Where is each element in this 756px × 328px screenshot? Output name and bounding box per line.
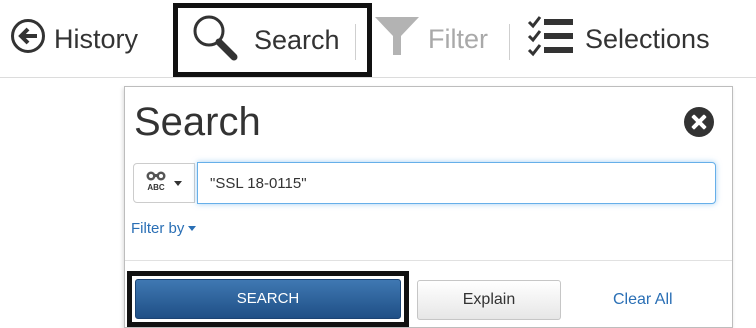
- magnifier-icon: [190, 13, 240, 68]
- binoculars-abc-icon: ABC: [144, 170, 168, 197]
- svg-text:ABC: ABC: [147, 183, 165, 192]
- funnel-icon: [374, 14, 420, 65]
- selections-label: Selections: [585, 23, 710, 54]
- checklist-icon: [527, 14, 575, 65]
- close-icon[interactable]: [684, 107, 714, 137]
- clear-all-link[interactable]: Clear All: [613, 291, 673, 309]
- chevron-down-icon: [174, 180, 182, 186]
- panel-title: Search: [134, 100, 261, 144]
- toolbar: History Search Filter Selections: [0, 0, 756, 78]
- toolbar-bottom-border: [0, 77, 756, 78]
- toolbar-divider: [355, 24, 356, 60]
- toolbar-divider: [509, 24, 510, 60]
- search-submit-button[interactable]: SEARCH: [135, 279, 401, 319]
- search-panel: Search ABC Filter by SEARCH Explain Clea…: [124, 86, 733, 328]
- search-toolbar-label: Search: [254, 24, 340, 55]
- explain-button[interactable]: Explain: [417, 280, 561, 320]
- filter-label: Filter: [428, 23, 488, 54]
- history-label: History: [54, 23, 139, 54]
- history-button[interactable]: History: [10, 0, 138, 78]
- panel-divider: [125, 260, 732, 261]
- selections-button[interactable]: Selections: [527, 0, 710, 78]
- arrow-left-circle-icon: [10, 18, 46, 61]
- filter-by-dropdown[interactable]: Filter by: [131, 220, 197, 237]
- search-toolbar-button[interactable]: Search: [173, 3, 372, 77]
- chevron-down-icon: [188, 226, 197, 231]
- search-input[interactable]: [197, 162, 716, 204]
- filter-button[interactable]: Filter: [374, 0, 488, 78]
- search-mode-dropdown[interactable]: ABC: [133, 163, 195, 203]
- filter-by-label: Filter by: [131, 220, 185, 237]
